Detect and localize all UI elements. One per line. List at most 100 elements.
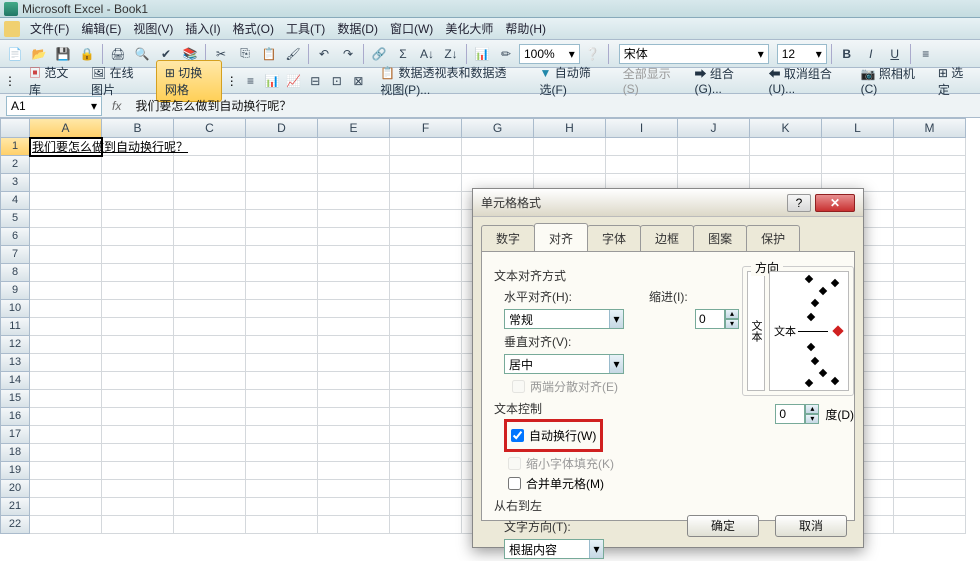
cell[interactable] <box>894 282 966 300</box>
cell[interactable] <box>30 426 102 444</box>
cell[interactable] <box>30 354 102 372</box>
menu-help[interactable]: 帮助(H) <box>503 18 548 39</box>
cell[interactable] <box>102 336 174 354</box>
cell[interactable] <box>30 300 102 318</box>
cell[interactable] <box>894 426 966 444</box>
cell[interactable] <box>390 228 462 246</box>
cell[interactable] <box>318 282 390 300</box>
cell[interactable] <box>390 246 462 264</box>
cell[interactable] <box>318 354 390 372</box>
cell[interactable] <box>894 498 966 516</box>
cell[interactable] <box>390 480 462 498</box>
cell[interactable] <box>894 516 966 534</box>
row-header[interactable]: 20 <box>0 480 30 498</box>
tab-pattern[interactable]: 图案 <box>693 225 747 251</box>
cancel-button[interactable]: 取消 <box>775 515 847 537</box>
tool-icon-3[interactable]: 📈 <box>285 70 303 92</box>
cell[interactable] <box>102 300 174 318</box>
cell[interactable] <box>534 156 606 174</box>
row-header[interactable]: 15 <box>0 390 30 408</box>
row-header[interactable]: 11 <box>0 318 30 336</box>
ok-button[interactable]: 确定 <box>687 515 759 537</box>
cell[interactable] <box>174 210 246 228</box>
row-header[interactable]: 3 <box>0 174 30 192</box>
cell[interactable] <box>246 264 318 282</box>
cell[interactable] <box>102 228 174 246</box>
cell[interactable] <box>318 480 390 498</box>
cell[interactable] <box>174 246 246 264</box>
cell[interactable] <box>318 426 390 444</box>
cell[interactable] <box>102 444 174 462</box>
cell[interactable] <box>174 318 246 336</box>
redo-button[interactable]: ↷ <box>337 43 359 65</box>
cell[interactable] <box>894 390 966 408</box>
cell[interactable] <box>102 318 174 336</box>
cell[interactable] <box>174 192 246 210</box>
cell[interactable] <box>102 354 174 372</box>
column-header[interactable]: E <box>318 118 390 138</box>
cell[interactable] <box>318 516 390 534</box>
tool-icon-4[interactable]: ⊟ <box>306 70 324 92</box>
menu-edit[interactable]: 编辑(E) <box>79 18 123 39</box>
row-header[interactable]: 1 <box>0 138 30 156</box>
copy-button[interactable]: ⎘ <box>234 43 256 65</box>
cell[interactable] <box>30 444 102 462</box>
vertical-text-button[interactable]: 文本 <box>747 271 765 391</box>
cell[interactable] <box>30 462 102 480</box>
tab-align[interactable]: 对齐 <box>534 223 588 251</box>
cell[interactable] <box>318 462 390 480</box>
tool-icon-2[interactable]: 📊 <box>263 70 281 92</box>
cell[interactable] <box>246 282 318 300</box>
cell[interactable] <box>390 498 462 516</box>
row-header[interactable]: 8 <box>0 264 30 282</box>
column-header[interactable]: H <box>534 118 606 138</box>
cell[interactable] <box>318 156 390 174</box>
cell[interactable] <box>390 444 462 462</box>
pivot-button[interactable]: 📋 数据透视表和数据透视图(P)... <box>371 60 526 102</box>
cell[interactable] <box>606 156 678 174</box>
format-painter-button[interactable]: 🖌 <box>282 43 304 65</box>
cell[interactable] <box>318 336 390 354</box>
cell[interactable] <box>102 156 174 174</box>
select-button[interactable]: ⊞ 选定 <box>929 60 976 102</box>
cell[interactable] <box>174 174 246 192</box>
cell[interactable] <box>246 372 318 390</box>
cell[interactable] <box>534 138 606 156</box>
cell[interactable] <box>750 156 822 174</box>
cell[interactable] <box>318 264 390 282</box>
cell[interactable] <box>318 390 390 408</box>
cell[interactable] <box>102 246 174 264</box>
cell[interactable] <box>30 516 102 534</box>
cell[interactable] <box>390 192 462 210</box>
cell[interactable] <box>30 210 102 228</box>
tab-number[interactable]: 数字 <box>481 225 535 251</box>
cell[interactable] <box>390 138 462 156</box>
menu-beautify[interactable]: 美化大师 <box>443 18 495 39</box>
degree-spin[interactable]: ▴▾ <box>775 404 819 424</box>
column-header[interactable]: G <box>462 118 534 138</box>
cell[interactable] <box>894 318 966 336</box>
paste-button[interactable]: 📋 <box>258 43 280 65</box>
cell[interactable] <box>318 372 390 390</box>
cell[interactable] <box>390 210 462 228</box>
cell[interactable] <box>102 282 174 300</box>
wrap-text-checkbox[interactable]: 自动换行(W) <box>511 427 596 444</box>
menu-tools[interactable]: 工具(T) <box>284 18 327 39</box>
column-header[interactable]: J <box>678 118 750 138</box>
row-header[interactable]: 5 <box>0 210 30 228</box>
column-header[interactable]: L <box>822 118 894 138</box>
row-header[interactable]: 14 <box>0 372 30 390</box>
cell[interactable] <box>318 408 390 426</box>
cell[interactable] <box>678 138 750 156</box>
cell[interactable] <box>102 174 174 192</box>
cell[interactable] <box>246 426 318 444</box>
cell[interactable] <box>246 480 318 498</box>
cell[interactable] <box>894 264 966 282</box>
column-header[interactable]: C <box>174 118 246 138</box>
row-header[interactable]: 10 <box>0 300 30 318</box>
cell[interactable] <box>390 462 462 480</box>
cell[interactable] <box>318 192 390 210</box>
cell[interactable] <box>390 318 462 336</box>
cell[interactable] <box>174 408 246 426</box>
row-header[interactable]: 7 <box>0 246 30 264</box>
